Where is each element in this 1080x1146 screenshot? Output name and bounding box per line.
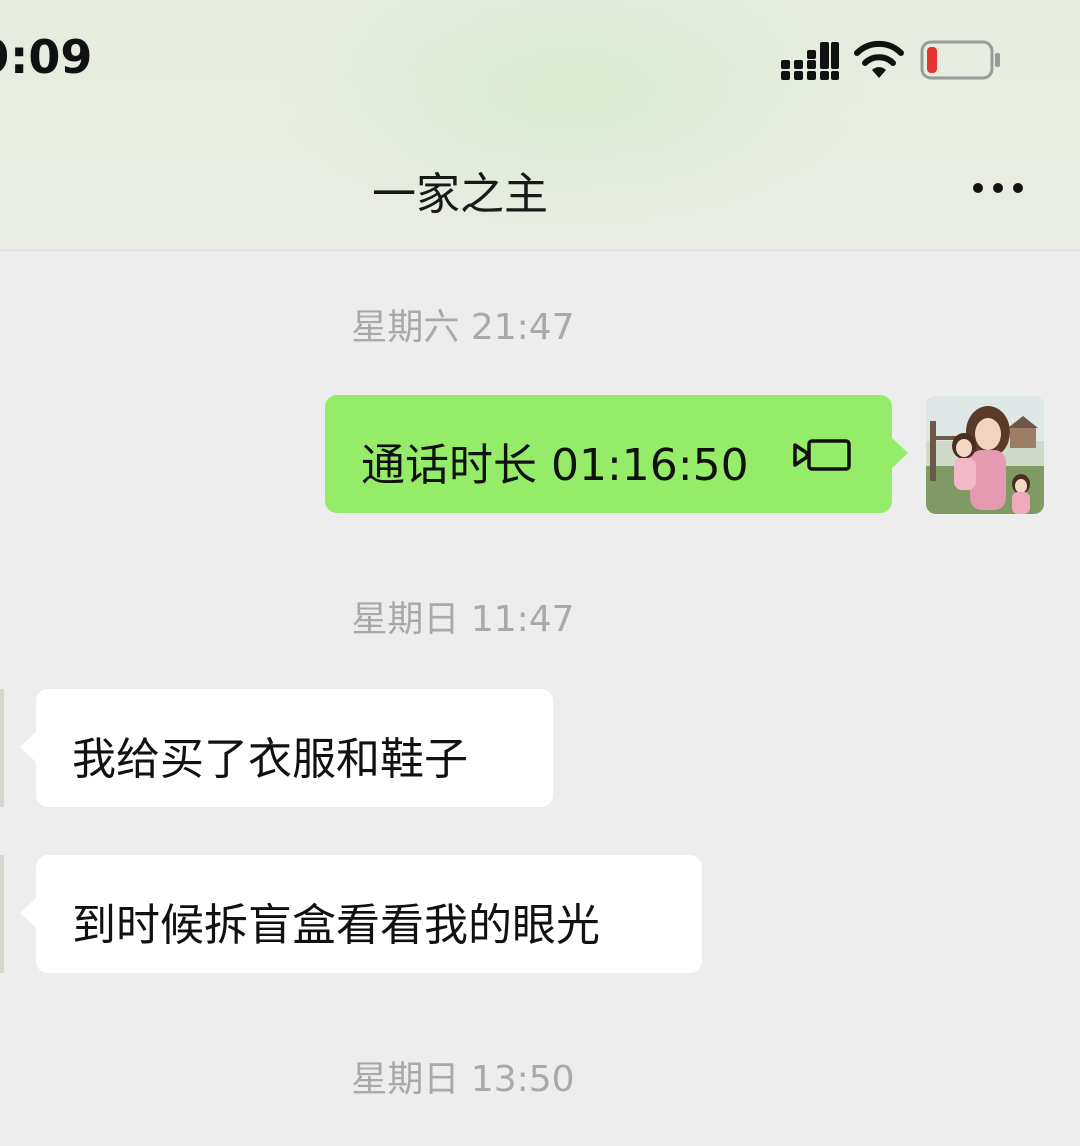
chat-header: 9:09 一家之主 [0,0,1080,251]
message-timestamp: 星期六 21:47 [351,307,575,348]
signal-bars-icon [781,42,839,80]
battery-low-icon [920,40,1000,80]
message-text: 我给买了衣服和鞋子 [72,734,468,785]
call-record-bubble[interactable]: 通话时长 01:16:50 [325,395,908,513]
incoming-message-bubble[interactable]: 到时候拆盲盒看看我的眼光 [20,855,702,973]
user-avatar[interactable] [926,396,1044,514]
wifi-icon [854,40,904,78]
video-call-icon [793,439,851,471]
sender-avatar-edge [0,855,4,973]
sender-avatar-edge [0,689,4,807]
message-text: 到时候拆盲盒看看我的眼光 [72,900,600,951]
chat-title: 一家之主 [372,169,548,220]
incoming-message-bubble[interactable]: 我给买了衣服和鞋子 [20,689,553,807]
more-icon[interactable] [964,168,1034,208]
chat-screen: 9:09 一家之主 [0,0,1080,1146]
message-timestamp: 星期日 11:47 [351,599,575,640]
call-duration-text: 通话时长 01:16:50 [361,440,749,491]
message-timestamp: 星期日 13:50 [351,1059,575,1100]
status-time: 9:09 [0,30,93,84]
